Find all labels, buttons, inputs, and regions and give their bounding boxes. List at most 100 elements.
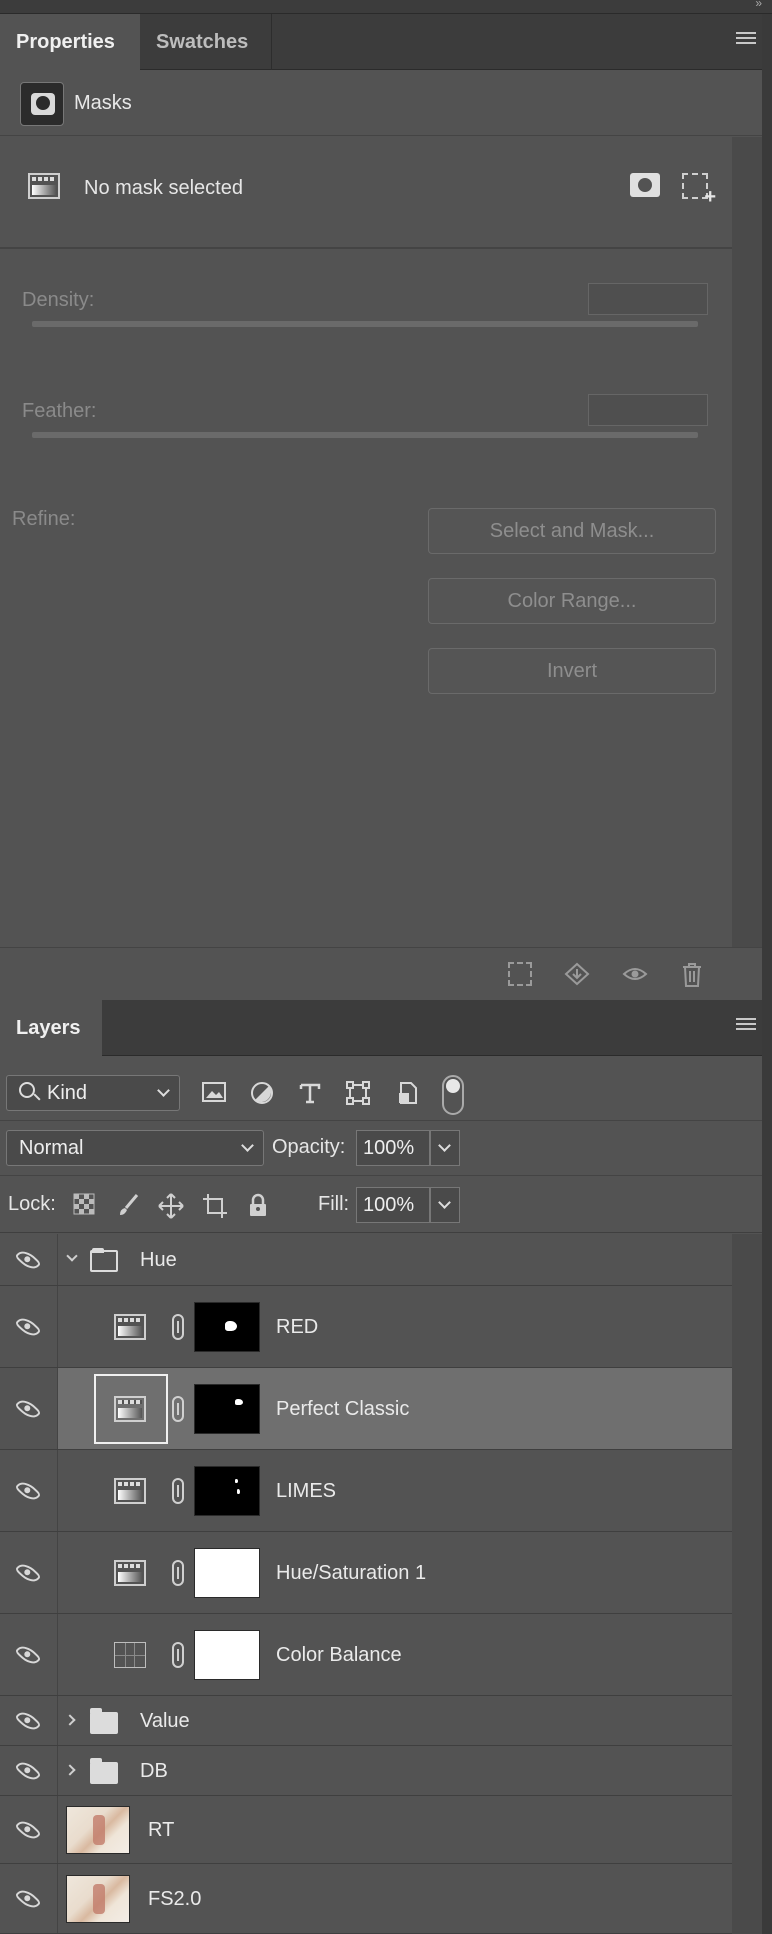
chevron-down-icon	[241, 1139, 254, 1152]
layer-row-db[interactable]: DB	[0, 1746, 732, 1796]
layer-row-limes[interactable]: LIMES	[0, 1450, 732, 1532]
layer-row-red[interactable]: RED	[0, 1286, 732, 1368]
shape-layer-filter-icon[interactable]	[346, 1081, 370, 1105]
mask-thumbnail[interactable]	[194, 1302, 260, 1352]
color-balance-icon	[114, 1642, 146, 1668]
visibility-toggle[interactable]	[0, 1234, 58, 1285]
type-layer-filter-icon[interactable]	[298, 1081, 322, 1105]
layer-row-color-balance[interactable]: Color Balance	[0, 1614, 732, 1696]
adjustment-layer-filter-icon[interactable]	[250, 1081, 274, 1105]
fill-dropdown[interactable]	[430, 1187, 460, 1223]
link-icon[interactable]	[172, 1396, 184, 1422]
layer-thumbnail[interactable]	[66, 1875, 130, 1923]
masks-header: Masks	[0, 70, 762, 136]
folder-icon	[90, 1758, 118, 1784]
folder-icon	[90, 1708, 118, 1734]
eye-icon[interactable]	[14, 1816, 42, 1844]
add-vector-mask-icon[interactable]	[682, 173, 716, 209]
load-selection-icon[interactable]	[508, 962, 532, 986]
masks-icon	[20, 82, 64, 126]
layer-row-hue-saturation-1[interactable]: Hue/Saturation 1	[0, 1532, 732, 1614]
density-slider[interactable]	[32, 321, 698, 327]
mask-thumbnail[interactable]	[194, 1630, 260, 1680]
masks-label: Masks	[74, 92, 132, 114]
eye-icon[interactable]	[14, 1641, 42, 1669]
visibility-toggle[interactable]	[0, 1368, 58, 1449]
mask-thumbnail[interactable]	[194, 1548, 260, 1598]
collapse-panels-icon[interactable]: »	[755, 0, 762, 10]
opacity-dropdown[interactable]	[430, 1130, 460, 1166]
select-and-mask-button[interactable]: Select and Mask...	[428, 508, 716, 554]
no-mask-text: No mask selected	[84, 177, 243, 199]
lock-image-pixels-icon[interactable]	[116, 1193, 140, 1217]
chevron-down-icon	[438, 1196, 451, 1209]
link-icon[interactable]	[172, 1314, 184, 1340]
mask-thumbnail[interactable]	[194, 1466, 260, 1516]
layers-panel-menu-icon[interactable]	[736, 1018, 756, 1034]
properties-body: No mask selected Density: Feather: Refin…	[0, 137, 732, 947]
layer-row-perfect-classic[interactable]: Perfect Classic	[0, 1368, 732, 1450]
invert-button[interactable]: Invert	[428, 648, 716, 694]
eye-icon[interactable]	[14, 1246, 42, 1274]
filter-toggle-switch[interactable]	[442, 1075, 464, 1115]
visibility-toggle[interactable]	[0, 1532, 58, 1613]
visibility-toggle[interactable]	[0, 1286, 58, 1367]
lock-fill-bar: Lock: Fill: 100%	[0, 1177, 762, 1233]
filter-kind-select[interactable]: Kind	[6, 1075, 180, 1111]
eye-icon[interactable]	[14, 1313, 42, 1341]
tab-layers[interactable]: Layers	[0, 1000, 102, 1056]
lock-transparent-pixels-icon[interactable]	[72, 1193, 96, 1217]
chevron-down-icon[interactable]	[66, 1250, 78, 1262]
visibility-toggle[interactable]	[0, 1696, 58, 1745]
visibility-toggle[interactable]	[0, 1746, 58, 1795]
delete-mask-icon[interactable]	[680, 962, 704, 987]
layer-thumbnail[interactable]	[66, 1806, 130, 1854]
toggle-mask-visibility-icon[interactable]	[622, 962, 648, 986]
link-icon[interactable]	[172, 1642, 184, 1668]
panel-menu-icon[interactable]	[736, 32, 756, 48]
eye-icon[interactable]	[14, 1559, 42, 1587]
mask-thumbnail[interactable]	[194, 1384, 260, 1434]
lock-position-icon[interactable]	[158, 1193, 184, 1219]
feather-slider[interactable]	[32, 432, 698, 438]
blend-mode-select[interactable]: Normal	[6, 1130, 264, 1166]
layer-row-rt[interactable]: RT	[0, 1796, 732, 1864]
chevron-right-icon[interactable]	[64, 1714, 76, 1726]
right-dock-strip	[762, 14, 772, 1934]
visibility-toggle[interactable]	[0, 1864, 58, 1933]
properties-scrollbar[interactable]	[732, 137, 762, 947]
pixel-layer-filter-icon[interactable]	[202, 1081, 226, 1105]
tab-swatches[interactable]: Swatches	[140, 14, 272, 70]
layers-scrollbar[interactable]	[732, 1234, 762, 1934]
tab-properties[interactable]: Properties	[0, 14, 140, 70]
visibility-toggle[interactable]	[0, 1614, 58, 1695]
layer-name: Value	[140, 1710, 190, 1732]
layer-row-value[interactable]: Value	[0, 1696, 732, 1746]
lock-artboard-icon[interactable]	[202, 1193, 227, 1218]
smart-object-filter-icon[interactable]	[396, 1081, 420, 1105]
properties-tab-bar: Properties Swatches	[0, 14, 762, 70]
eye-icon[interactable]	[14, 1757, 42, 1785]
density-field[interactable]	[588, 283, 708, 315]
opacity-label: Opacity:	[272, 1136, 346, 1158]
pixel-mask-icon[interactable]	[630, 173, 660, 197]
opacity-field[interactable]: 100%	[356, 1130, 430, 1166]
fill-label: Fill:	[318, 1193, 350, 1215]
eye-icon[interactable]	[14, 1477, 42, 1505]
link-icon[interactable]	[172, 1478, 184, 1504]
feather-field[interactable]	[588, 394, 708, 426]
fill-field[interactable]: 100%	[356, 1187, 430, 1223]
link-icon[interactable]	[172, 1560, 184, 1586]
visibility-toggle[interactable]	[0, 1450, 58, 1531]
chevron-right-icon[interactable]	[64, 1764, 76, 1776]
eye-icon[interactable]	[14, 1885, 42, 1913]
color-range-button[interactable]: Color Range...	[428, 578, 716, 624]
layer-row-fs2[interactable]: FS2.0	[0, 1864, 732, 1934]
lock-all-icon[interactable]	[246, 1193, 270, 1217]
eye-icon[interactable]	[14, 1707, 42, 1735]
layer-row-hue[interactable]: Hue	[0, 1234, 732, 1286]
eye-icon[interactable]	[14, 1395, 42, 1423]
hue-saturation-icon	[114, 1314, 146, 1340]
visibility-toggle[interactable]	[0, 1796, 58, 1863]
apply-mask-icon[interactable]	[564, 962, 590, 986]
